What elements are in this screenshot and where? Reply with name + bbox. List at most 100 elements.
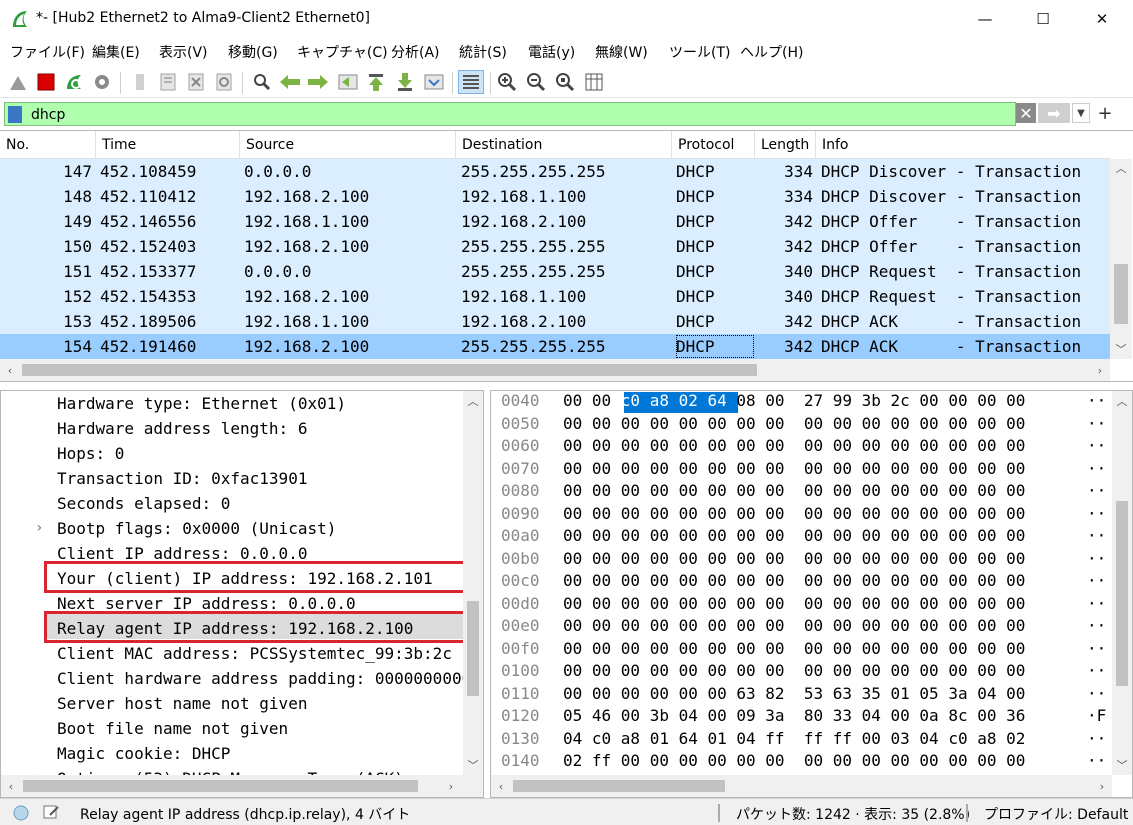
column-header-no[interactable]: No.	[0, 131, 96, 159]
scroll-left-icon[interactable]: ‹	[0, 359, 20, 381]
stop-icon[interactable]	[34, 70, 58, 94]
menu-statistics[interactable]: 統計(S)	[459, 42, 507, 62]
bytes-vscroll[interactable]: ︿ ﹀	[1112, 391, 1132, 775]
hex-dump-line[interactable]: 0130 04 c0 a8 01 64 01 04 ff ff ff 00 03 …	[491, 729, 1111, 752]
menu-capture[interactable]: キャプチャ(C)	[297, 42, 388, 62]
hex-dump-line[interactable]: 0080 00 00 00 00 00 00 00 00 00 00 00 00 …	[491, 481, 1111, 504]
status-profile[interactable]: プロファイル: Default	[984, 804, 1128, 824]
reload-icon[interactable]	[212, 70, 236, 94]
scroll-down-icon[interactable]: ﹀	[1112, 755, 1132, 775]
detail-tree-item[interactable]: Server host name not given	[1, 691, 463, 716]
menu-file[interactable]: ファイル(F)	[10, 42, 85, 62]
detail-tree-item[interactable]: Boot file name not given	[1, 716, 463, 741]
scroll-down-icon[interactable]: ﹀	[463, 755, 483, 775]
filter-history-dropdown[interactable]: ▼	[1072, 103, 1090, 123]
packet-row[interactable]: 147 452.108459 0.0.0.0 255.255.255.255 DHCP 3…	[0, 159, 1110, 184]
packet-list-hscroll-thumb[interactable]	[22, 364, 757, 376]
restart-icon[interactable]	[62, 70, 86, 94]
column-header-info[interactable]: Info	[816, 131, 1110, 159]
packet-row[interactable]: 148 452.110412 192.168.2.100 192.168.1.100 D…	[0, 184, 1110, 209]
column-header-length[interactable]: Length	[755, 131, 816, 159]
column-header-time[interactable]: Time	[96, 131, 240, 159]
zoom-in-icon[interactable]	[495, 70, 519, 94]
menu-tools[interactable]: ツール(T)	[669, 42, 730, 62]
scroll-up-icon[interactable]: ︿	[463, 391, 483, 411]
bytes-hscroll[interactable]: ‹ ›	[491, 775, 1112, 797]
hex-dump-line[interactable]: 0140 02 ff 00 00 00 00 00 00 00 00 00 00 …	[491, 751, 1111, 774]
detail-tree-item[interactable]: › Bootp flags: 0x0000 (Unicast)	[1, 516, 463, 541]
auto-scroll-icon[interactable]	[422, 70, 446, 94]
detail-tree-item[interactable]: Magic cookie: DHCP	[1, 741, 463, 766]
options-gear-icon[interactable]	[90, 70, 114, 94]
detail-tree-item[interactable]: Hardware type: Ethernet (0x01)	[1, 391, 463, 416]
column-header-protocol[interactable]: Protocol	[672, 131, 755, 159]
hex-dump-line[interactable]: 0040 00 00 c0 a8 02 64 08 00 27 99 3b 2c …	[491, 391, 1111, 414]
detail-tree-item[interactable]: Hops: 0	[1, 441, 463, 466]
bytes-vscroll-thumb[interactable]	[1116, 501, 1128, 686]
go-first-icon[interactable]	[364, 70, 388, 94]
column-header-source[interactable]: Source	[240, 131, 456, 159]
expert-info-icon[interactable]	[12, 804, 30, 822]
scroll-up-icon[interactable]: ︿	[1112, 391, 1132, 411]
packet-row[interactable]: 154 452.191460 192.168.2.100 255.255.255.25…	[0, 334, 1110, 359]
go-to-packet-icon[interactable]	[336, 70, 360, 94]
hex-dump-line[interactable]: 00c0 00 00 00 00 00 00 00 00 00 00 00 00 …	[491, 571, 1111, 594]
hex-dump-line[interactable]: 0050 00 00 00 00 00 00 00 00 00 00 00 00 …	[491, 414, 1111, 437]
shark-fin-icon[interactable]	[6, 70, 30, 94]
display-filter-input[interactable]	[31, 104, 991, 125]
menu-view[interactable]: 表示(V)	[159, 42, 208, 62]
hex-dump-line[interactable]: 0060 00 00 00 00 00 00 00 00 00 00 00 00 …	[491, 436, 1111, 459]
details-vscroll[interactable]: ︿ ﹀	[463, 391, 483, 775]
menu-wireless[interactable]: 無線(W)	[595, 42, 648, 62]
packet-row[interactable]: 152 452.154353 192.168.2.100 192.168.1.100 D…	[0, 284, 1110, 309]
packet-row[interactable]: 149 452.146556 192.168.1.100 192.168.2.100 D…	[0, 209, 1110, 234]
apply-filter-button[interactable]: ➡	[1038, 103, 1070, 123]
maximize-button[interactable]: ☐	[1014, 0, 1072, 38]
close-button[interactable]: ✕	[1073, 0, 1131, 38]
open-file-icon[interactable]	[128, 70, 152, 94]
go-forward-icon[interactable]	[306, 70, 330, 94]
column-header-destination[interactable]: Destination	[456, 131, 672, 159]
scroll-right-icon[interactable]: ›	[1092, 775, 1112, 797]
packet-list-vscroll-thumb[interactable]	[1114, 264, 1128, 324]
bytes-hscroll-thumb[interactable]	[513, 780, 725, 792]
hex-dump-line[interactable]: 00f0 00 00 00 00 00 00 00 00 00 00 00 00 …	[491, 639, 1111, 662]
hex-dump-line[interactable]: 00b0 00 00 00 00 00 00 00 00 00 00 00 00 …	[491, 549, 1111, 572]
scroll-down-icon[interactable]: ﹀	[1110, 339, 1132, 359]
packet-row[interactable]: 150 452.152403 192.168.2.100 255.255.255.25…	[0, 234, 1110, 259]
save-file-icon[interactable]	[156, 70, 180, 94]
packet-list-hscroll[interactable]: ‹ ›	[0, 359, 1110, 381]
menu-edit[interactable]: 編集(E)	[92, 42, 140, 62]
filter-bookmark-icon[interactable]	[8, 106, 22, 123]
detail-tree-item[interactable]: Transaction ID: 0xfac13901	[1, 466, 463, 491]
scroll-up-icon[interactable]: ︿	[1110, 159, 1132, 177]
edit-comment-icon[interactable]	[42, 803, 60, 821]
hex-dump-line[interactable]: 00d0 00 00 00 00 00 00 00 00 00 00 00 00 …	[491, 594, 1111, 617]
scroll-right-icon[interactable]: ›	[441, 775, 461, 797]
hex-dump-line[interactable]: 00e0 00 00 00 00 00 00 00 00 00 00 00 00 …	[491, 616, 1111, 639]
detail-tree-item[interactable]: Hardware address length: 6	[1, 416, 463, 441]
detail-tree-item[interactable]: Client MAC address: PCSSystemtec_99:3b:2…	[1, 641, 463, 666]
menu-telephony[interactable]: 電話(y)	[528, 42, 575, 62]
zoom-reset-icon[interactable]	[553, 70, 577, 94]
close-file-icon[interactable]	[184, 70, 208, 94]
hex-dump-line[interactable]: 0090 00 00 00 00 00 00 00 00 00 00 00 00 …	[491, 504, 1111, 527]
detail-tree-item[interactable]: Client hardware address padding: 0000000…	[1, 666, 463, 691]
zoom-out-icon[interactable]	[524, 70, 548, 94]
hex-dump-line[interactable]: 00a0 00 00 00 00 00 00 00 00 00 00 00 00 …	[491, 526, 1111, 549]
scroll-left-icon[interactable]: ‹	[1, 775, 21, 797]
add-filter-button[interactable]: +	[1095, 101, 1115, 125]
details-hscroll[interactable]: ‹ ›	[1, 775, 483, 797]
detail-tree-item[interactable]: Seconds elapsed: 0	[1, 491, 463, 516]
packet-list-vscroll[interactable]: ︿ ﹀	[1110, 159, 1132, 359]
clear-filter-button[interactable]: ✕	[1016, 103, 1036, 123]
colorize-icon[interactable]	[458, 70, 484, 94]
hex-dump-line[interactable]: 0120 05 46 00 3b 04 00 09 3a 80 33 04 00 …	[491, 706, 1111, 729]
scroll-right-icon[interactable]: ›	[1090, 359, 1110, 381]
menu-analyze[interactable]: 分析(A)	[391, 42, 440, 62]
minimize-button[interactable]: —	[956, 0, 1014, 38]
menu-help[interactable]: ヘルプ(H)	[740, 42, 803, 62]
details-hscroll-thumb[interactable]	[23, 780, 418, 792]
hex-dump-line[interactable]: 0110 00 00 00 00 00 00 63 82 53 63 35 01 …	[491, 684, 1111, 707]
packet-row[interactable]: 151 452.153377 0.0.0.0 255.255.255.255 DHCP 3…	[0, 259, 1110, 284]
